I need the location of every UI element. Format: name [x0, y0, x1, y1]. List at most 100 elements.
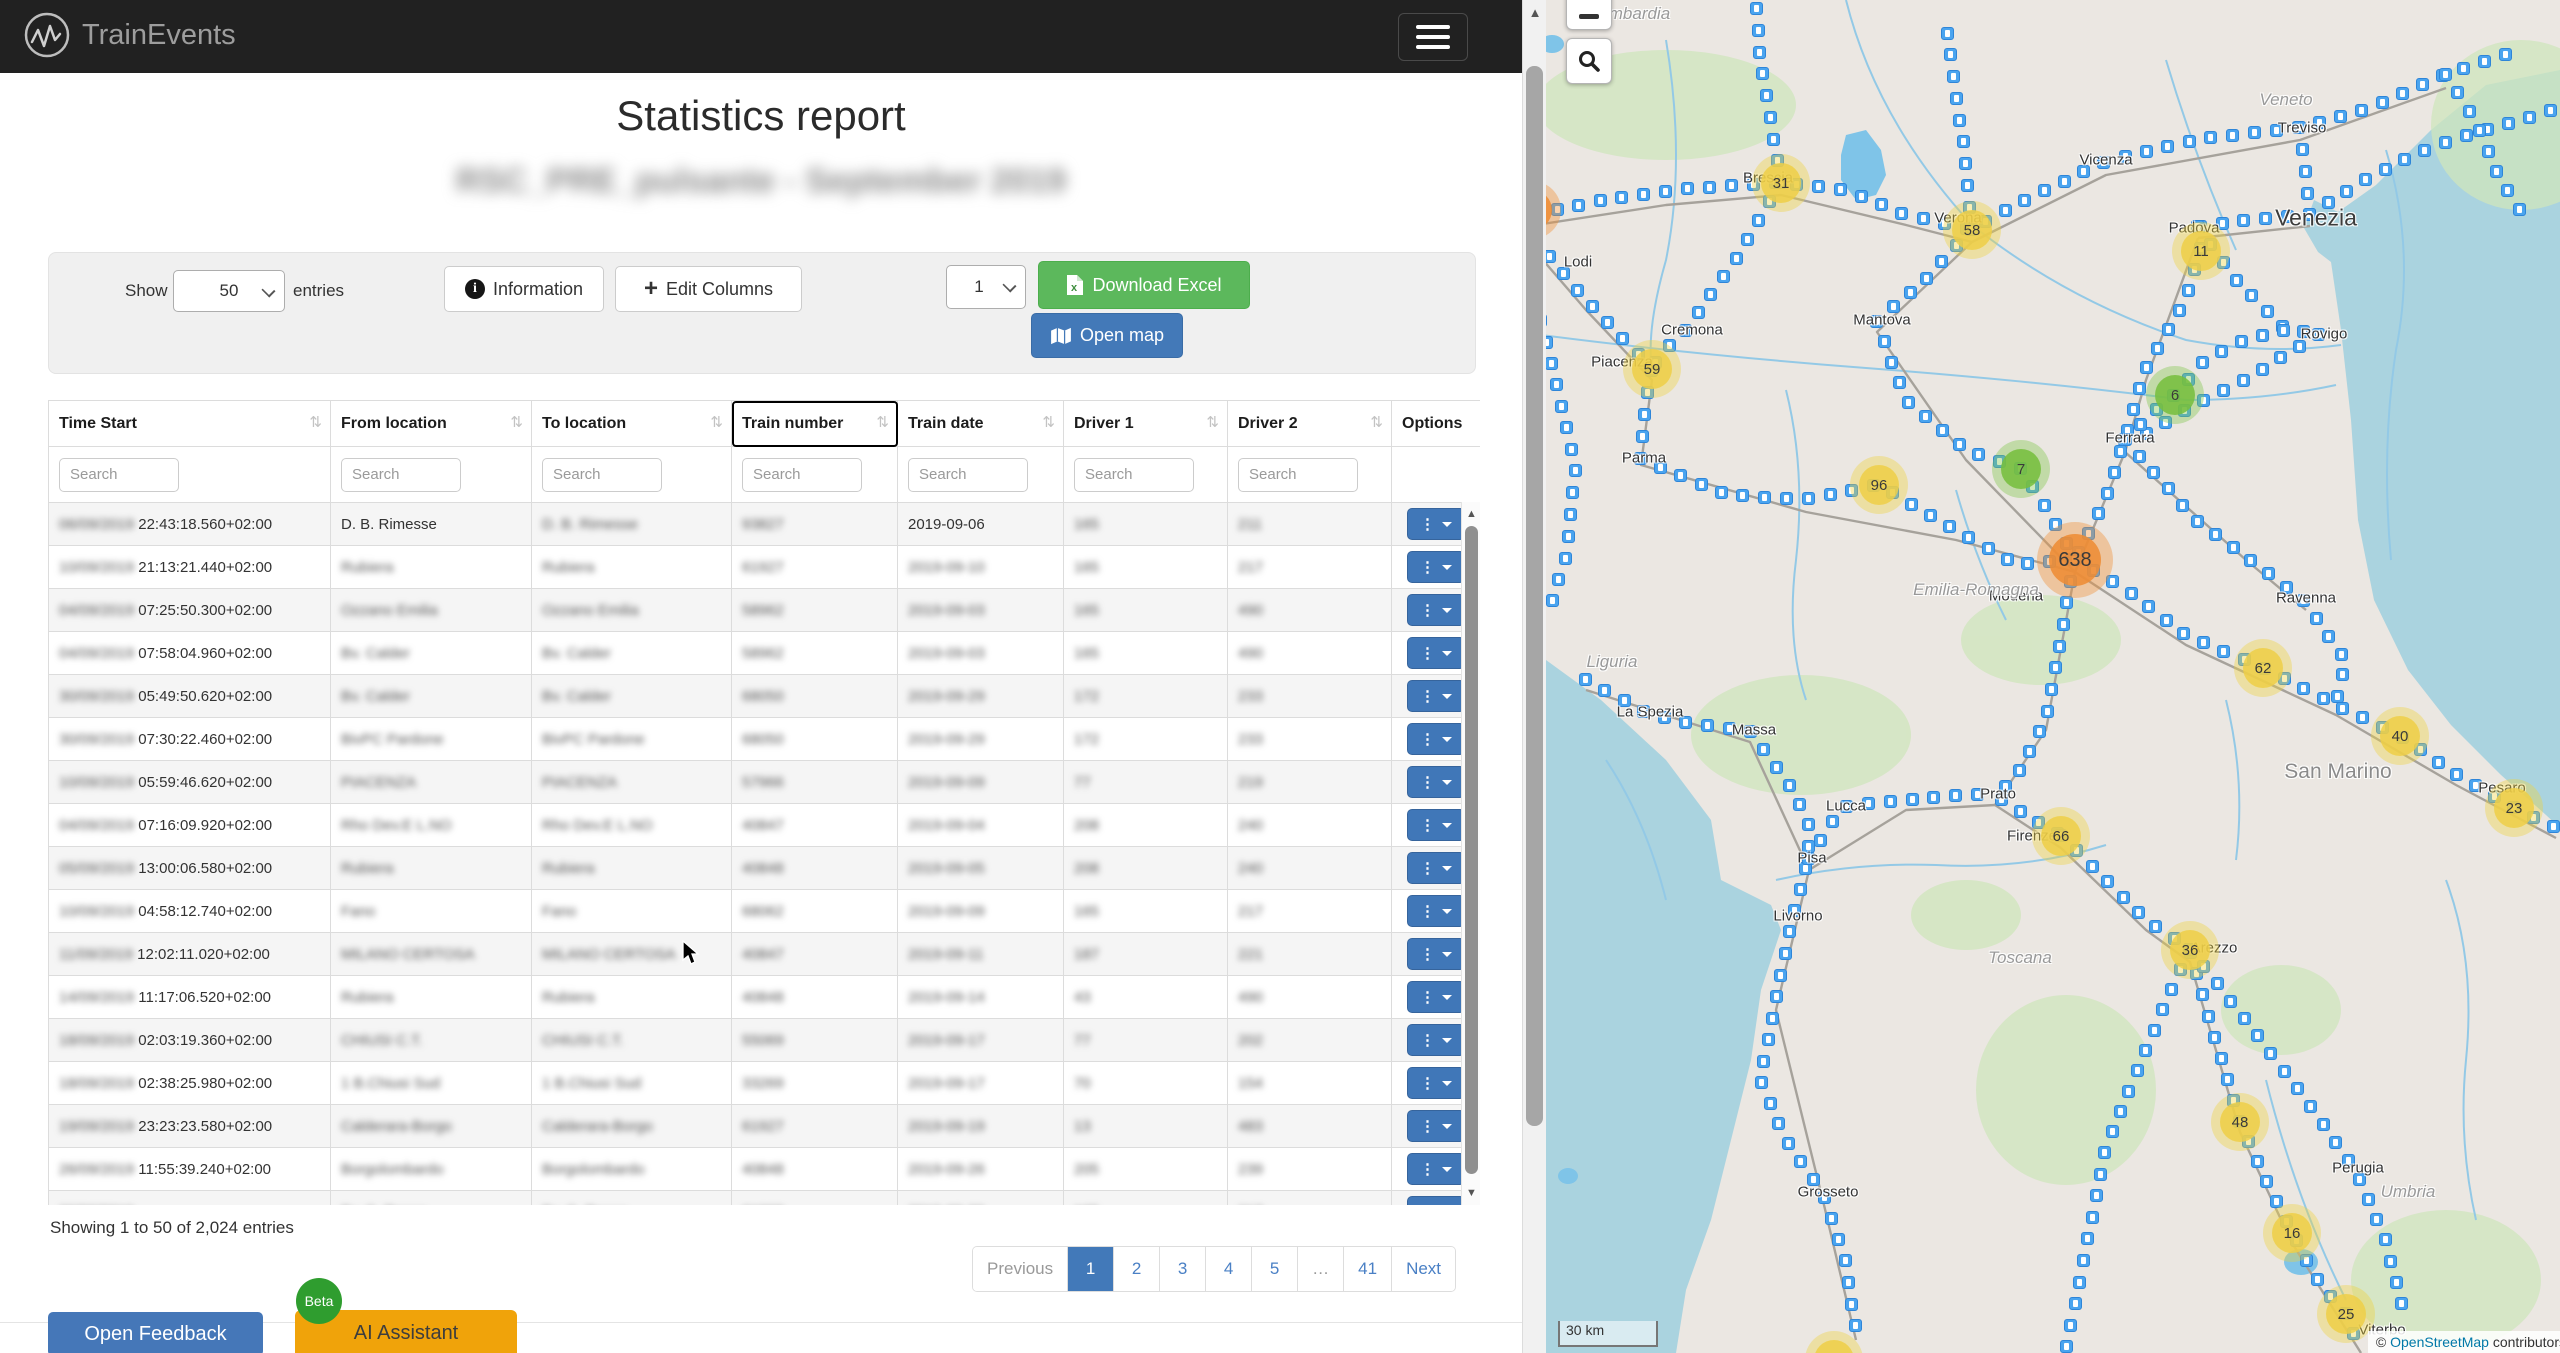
train-event-marker-icon[interactable]: [2274, 351, 2287, 364]
search-input-to-location[interactable]: [542, 458, 662, 492]
train-event-marker-icon[interactable]: [2060, 1340, 2073, 1353]
train-event-marker-icon[interactable]: [2215, 345, 2228, 358]
train-event-marker-icon[interactable]: [2230, 274, 2243, 287]
train-event-marker-icon[interactable]: [2221, 1073, 2234, 1086]
train-event-marker-icon[interactable]: [1615, 191, 1628, 204]
train-event-marker-icon[interactable]: [1845, 1298, 1858, 1311]
train-event-marker-icon[interactable]: [2291, 1082, 2304, 1095]
train-event-marker-icon[interactable]: [1565, 443, 1578, 456]
train-event-marker-icon[interactable]: [1802, 492, 1815, 505]
row-options-button[interactable]: ⋮: [1407, 680, 1465, 712]
train-event-marker-icon[interactable]: [2450, 768, 2463, 781]
train-event-marker-icon[interactable]: [2086, 1211, 2099, 1224]
download-excel-button[interactable]: x Download Excel: [1038, 261, 1250, 309]
train-event-marker-icon[interactable]: [2127, 403, 2140, 416]
train-event-marker-icon[interactable]: [1546, 250, 1556, 263]
map-cluster-marker[interactable]: 25: [2317, 1285, 2375, 1343]
train-event-marker-icon[interactable]: [1972, 448, 1985, 461]
train-event-marker-icon[interactable]: [2264, 1047, 2277, 1060]
train-event-marker-icon[interactable]: [1560, 421, 1573, 434]
page-number-select[interactable]: 1: [946, 265, 1026, 309]
train-event-marker-icon[interactable]: [1855, 190, 1868, 203]
train-event-marker-icon[interactable]: [2208, 1031, 2221, 1044]
train-event-marker-icon[interactable]: [2014, 805, 2027, 818]
train-event-marker-icon[interactable]: [1832, 1233, 1845, 1246]
train-event-marker-icon[interactable]: [2165, 983, 2178, 996]
map-cluster-marker[interactable]: 36: [2161, 921, 2219, 979]
row-options-button[interactable]: ⋮: [1407, 1067, 1465, 1099]
train-event-marker-icon[interactable]: [2131, 1064, 2144, 1077]
train-event-marker-icon[interactable]: [2432, 756, 2445, 769]
train-event-marker-icon[interactable]: [1764, 111, 1777, 124]
row-options-button[interactable]: ⋮: [1407, 508, 1465, 540]
column-header-time-start[interactable]: Time Start⇅: [49, 401, 331, 447]
train-event-marker-icon[interactable]: [1953, 114, 1966, 127]
pagination-41[interactable]: 41: [1343, 1247, 1391, 1291]
train-event-marker-icon[interactable]: [2490, 165, 2503, 178]
map-cluster-marker[interactable]: 6: [2146, 366, 2204, 424]
train-event-marker-icon[interactable]: [2335, 648, 2348, 661]
train-event-marker-icon[interactable]: [2162, 323, 2175, 336]
train-event-marker-icon[interactable]: [1755, 1076, 1768, 1089]
search-input-from-location[interactable]: [341, 458, 461, 492]
train-event-marker-icon[interactable]: [2331, 690, 2344, 703]
hamburger-menu-button[interactable]: [1398, 13, 1468, 61]
train-event-marker-icon[interactable]: [1779, 947, 1792, 960]
train-event-marker-icon[interactable]: [2256, 363, 2269, 376]
table-scrollbar-thumb[interactable]: [1465, 526, 1478, 1174]
train-event-marker-icon[interactable]: [1703, 181, 1716, 194]
train-event-marker-icon[interactable]: [1780, 492, 1793, 505]
train-event-marker-icon[interactable]: [2177, 627, 2190, 640]
train-event-marker-icon[interactable]: [2547, 820, 2560, 833]
train-event-marker-icon[interactable]: [2379, 1233, 2392, 1246]
train-event-marker-icon[interactable]: [1902, 396, 1915, 409]
train-event-marker-icon[interactable]: [2013, 764, 2026, 777]
column-header-driver-2[interactable]: Driver 2⇅: [1228, 401, 1392, 447]
train-event-marker-icon[interactable]: [2196, 356, 2209, 369]
train-event-marker-icon[interactable]: [1957, 135, 1970, 148]
train-event-marker-icon[interactable]: [1767, 133, 1780, 146]
train-event-marker-icon[interactable]: [2278, 1065, 2291, 1078]
train-event-marker-icon[interactable]: [1571, 284, 1584, 297]
train-event-marker-icon[interactable]: [2183, 135, 2196, 148]
train-event-marker-icon[interactable]: [1753, 46, 1766, 59]
map-cluster-marker[interactable]: 11: [2172, 222, 2230, 280]
train-event-marker-icon[interactable]: [1766, 1012, 1779, 1025]
train-event-marker-icon[interactable]: [2336, 702, 2349, 715]
row-options-button[interactable]: ⋮: [1407, 809, 1465, 841]
train-event-marker-icon[interactable]: [1559, 552, 1572, 565]
column-header-driver-1[interactable]: Driver 1⇅: [1064, 401, 1228, 447]
train-event-marker-icon[interactable]: [2277, 324, 2290, 337]
train-event-marker-icon[interactable]: [2310, 612, 2323, 625]
train-event-marker-icon[interactable]: [1782, 1137, 1795, 1150]
train-event-marker-icon[interactable]: [2226, 129, 2239, 142]
row-options-button[interactable]: ⋮: [1407, 1153, 1465, 1185]
train-event-marker-icon[interactable]: [2355, 104, 2368, 117]
train-event-marker-icon[interactable]: [1546, 336, 1553, 349]
pagination-next[interactable]: Next: [1391, 1247, 1455, 1291]
train-event-marker-icon[interactable]: [2073, 1276, 2086, 1289]
train-event-marker-icon[interactable]: [1674, 469, 1687, 482]
train-event-marker-icon[interactable]: [1893, 376, 1906, 389]
train-event-marker-icon[interactable]: [2060, 596, 2073, 609]
train-event-marker-icon[interactable]: [1717, 270, 1730, 283]
row-options-button[interactable]: ⋮: [1407, 594, 1465, 626]
train-event-marker-icon[interactable]: [2396, 87, 2409, 100]
search-input-driver-1[interactable]: [1074, 458, 1194, 492]
train-event-marker-icon[interactable]: [2147, 466, 2160, 479]
map-panel[interactable]: LombardiaVenetoVicenzaTrevisoVeneziaPado…: [1546, 0, 2560, 1353]
train-event-marker-icon[interactable]: [2160, 614, 2173, 627]
row-options-button[interactable]: ⋮: [1407, 1110, 1465, 1142]
train-event-marker-icon[interactable]: [2379, 163, 2392, 176]
train-event-marker-icon[interactable]: [2176, 499, 2189, 512]
train-event-marker-icon[interactable]: [1961, 179, 1974, 192]
map-cluster-marker[interactable]: 66: [2032, 807, 2090, 865]
train-event-marker-icon[interactable]: [1701, 719, 1714, 732]
train-event-marker-icon[interactable]: [2245, 289, 2258, 302]
train-event-marker-icon[interactable]: [1885, 356, 1898, 369]
train-event-marker-icon[interactable]: [2092, 507, 2105, 520]
train-event-marker-icon[interactable]: [1943, 520, 1956, 533]
train-event-marker-icon[interactable]: [1770, 990, 1783, 1003]
train-event-marker-icon[interactable]: [2058, 175, 2071, 188]
train-event-marker-icon[interactable]: [1659, 185, 1672, 198]
